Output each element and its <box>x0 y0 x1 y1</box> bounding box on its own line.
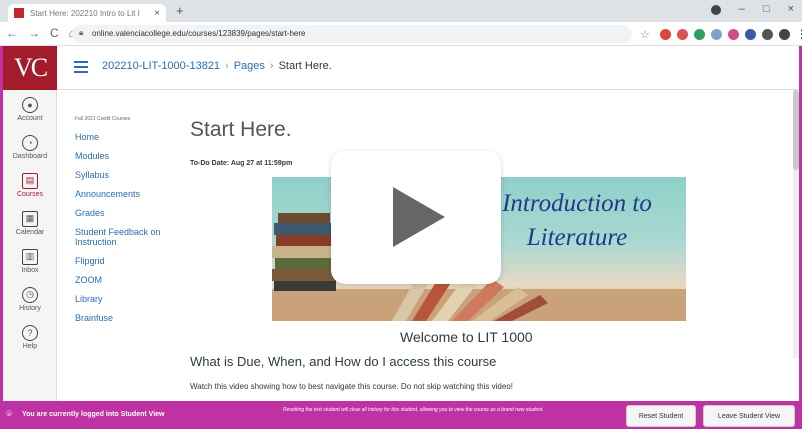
student-view-note: Resetting the test student will clear al… <box>283 407 544 413</box>
breadcrumb-pages[interactable]: Pages <box>234 60 265 72</box>
course-nav-library[interactable]: Library <box>75 294 185 304</box>
forward-button[interactable]: → <box>28 26 40 40</box>
courses-icon: ▤ <box>22 172 38 189</box>
global-nav: VC ● Account ◔ Dashboard ▤ Courses ▦ Cal… <box>3 46 57 401</box>
course-nav-modules[interactable]: Modules <box>75 151 185 161</box>
video-play-button[interactable] <box>331 151 501 284</box>
section-heading: What is Due, When, and How do I access t… <box>190 354 497 369</box>
page-scrollbar[interactable] <box>793 90 799 358</box>
url-text: online.valenciacollege.edu/courses/12383… <box>92 29 306 38</box>
history-icon: ◷ <box>22 286 38 303</box>
lock-icon: 🔒︎ <box>79 28 84 37</box>
breadcrumb: 202210-LIT-1000-13821 › Pages › Start Here. <box>102 60 332 72</box>
reload-button[interactable]: C <box>50 26 59 40</box>
student-view-message: You are currently logged into Student Vi… <box>22 411 165 418</box>
extensions-toolbar: ☆ ⋮ <box>640 27 802 41</box>
banner-title: Introduction to Literature <box>472 187 682 255</box>
url-field[interactable]: 🔒︎ online.valenciacollege.edu/courses/12… <box>72 25 632 43</box>
college-logo[interactable]: VC <box>3 46 57 90</box>
reset-student-button[interactable]: Reset Student <box>626 405 696 427</box>
extension-pink-icon[interactable] <box>727 28 739 40</box>
profile-icon[interactable] <box>710 5 721 15</box>
global-nav-label: Inbox <box>21 266 39 274</box>
page-title: Start Here. <box>190 118 292 141</box>
global-nav-inbox[interactable]: ▥ Inbox <box>3 242 57 280</box>
course-nav-home[interactable]: Home <box>75 132 185 142</box>
dashboard-icon: ◔ <box>22 134 38 151</box>
extension-blue-icon[interactable] <box>710 28 722 40</box>
nav-buttons: ← → C ⌂ <box>6 26 76 40</box>
maximize-button[interactable]: □ <box>763 3 770 15</box>
course-nav-grades[interactable]: Grades <box>75 208 185 218</box>
window-controls: – □ × <box>710 3 794 15</box>
user-avatar-icon[interactable] <box>778 28 790 40</box>
student-view-icon: ⌾ <box>6 409 12 420</box>
course-nav-announcements[interactable]: Announcements <box>75 189 185 199</box>
back-button[interactable]: ← <box>6 26 18 40</box>
account-icon: ● <box>22 96 38 113</box>
global-nav-history[interactable]: ◷ History <box>3 280 57 318</box>
global-nav-help[interactable]: ? Help <box>3 318 57 356</box>
course-nav-zoom[interactable]: ZOOM <box>75 275 185 285</box>
breadcrumb-separator: › <box>225 60 229 72</box>
play-icon <box>393 187 445 247</box>
global-nav-calendar[interactable]: ▦ Calendar <box>3 204 57 242</box>
new-tab-button[interactable]: + <box>176 3 184 18</box>
scrollbar-thumb[interactable] <box>793 90 799 170</box>
global-nav-label: Account <box>17 114 43 122</box>
global-nav-label: Help <box>22 342 38 350</box>
global-nav-dashboard[interactable]: ◔ Dashboard <box>3 128 57 166</box>
inbox-icon: ▥ <box>22 248 38 265</box>
calendar-icon: ▦ <box>22 210 38 227</box>
global-nav-label: History <box>19 304 41 312</box>
course-header: 202210-LIT-1000-13821 › Pages › Start Here. <box>58 46 798 90</box>
extensions-puzzle-icon[interactable] <box>761 28 773 40</box>
intro-paragraph: Watch this video showing how to best nav… <box>190 382 513 391</box>
address-bar-row: ← → C ⌂ 🔒︎ online.valenciacollege.edu/co… <box>0 22 802 46</box>
todo-date: To-Do Date: Aug 27 at 11:59pm <box>190 160 293 167</box>
help-icon: ? <box>22 324 38 341</box>
hamburger-menu-icon[interactable] <box>74 61 88 76</box>
global-nav-courses[interactable]: ▤ Courses <box>3 166 57 204</box>
course-nav-flipgrid[interactable]: Flipgrid <box>75 256 185 266</box>
breadcrumb-course[interactable]: 202210-LIT-1000-13821 <box>102 60 220 72</box>
extension-green-icon[interactable] <box>693 28 705 40</box>
banner-line-2: Literature <box>526 224 628 251</box>
course-nav-syllabus[interactable]: Syllabus <box>75 170 185 180</box>
course-nav: Fall 2021 Credit Courses Home Modules Sy… <box>75 116 185 332</box>
global-nav-label: Courses <box>16 190 44 198</box>
global-nav-account[interactable]: ● Account <box>3 90 57 128</box>
extension-navy-icon[interactable] <box>744 28 756 40</box>
bookmark-star-icon[interactable]: ☆ <box>640 28 650 41</box>
course-term: Fall 2021 Credit Courses <box>75 116 131 122</box>
breadcrumb-current: Start Here. <box>278 60 332 72</box>
tab-close-icon[interactable]: × <box>154 8 160 19</box>
close-window-button[interactable]: × <box>788 3 794 15</box>
banner-line-1: Introduction to <box>502 190 652 217</box>
extension-red-icon[interactable] <box>659 28 671 40</box>
leave-student-view-button[interactable]: Leave Student View <box>703 405 795 427</box>
browser-tab[interactable]: Start Here: 202210 Intro to Lit I × <box>8 4 166 22</box>
global-nav-label: Dashboard <box>12 152 48 160</box>
browser-menu-icon[interactable]: ⋮ <box>796 27 802 41</box>
browser-tab-bar: Start Here: 202210 Intro to Lit I × + – … <box>0 0 802 22</box>
welcome-heading: Welcome to LIT 1000 <box>400 329 533 345</box>
student-view-bar: ⌾ You are currently logged into Student … <box>0 401 802 429</box>
minimize-button[interactable]: – <box>739 3 745 15</box>
favicon-icon <box>14 8 24 18</box>
tab-title: Start Here: 202210 Intro to Lit I <box>30 8 140 18</box>
extension-record-icon[interactable] <box>676 28 688 40</box>
course-nav-brainfuse[interactable]: Brainfuse <box>75 313 185 323</box>
global-nav-label: Calendar <box>15 228 45 236</box>
breadcrumb-separator: › <box>269 60 274 72</box>
course-nav-student-feedback[interactable]: Student Feedback on Instruction <box>75 227 185 247</box>
